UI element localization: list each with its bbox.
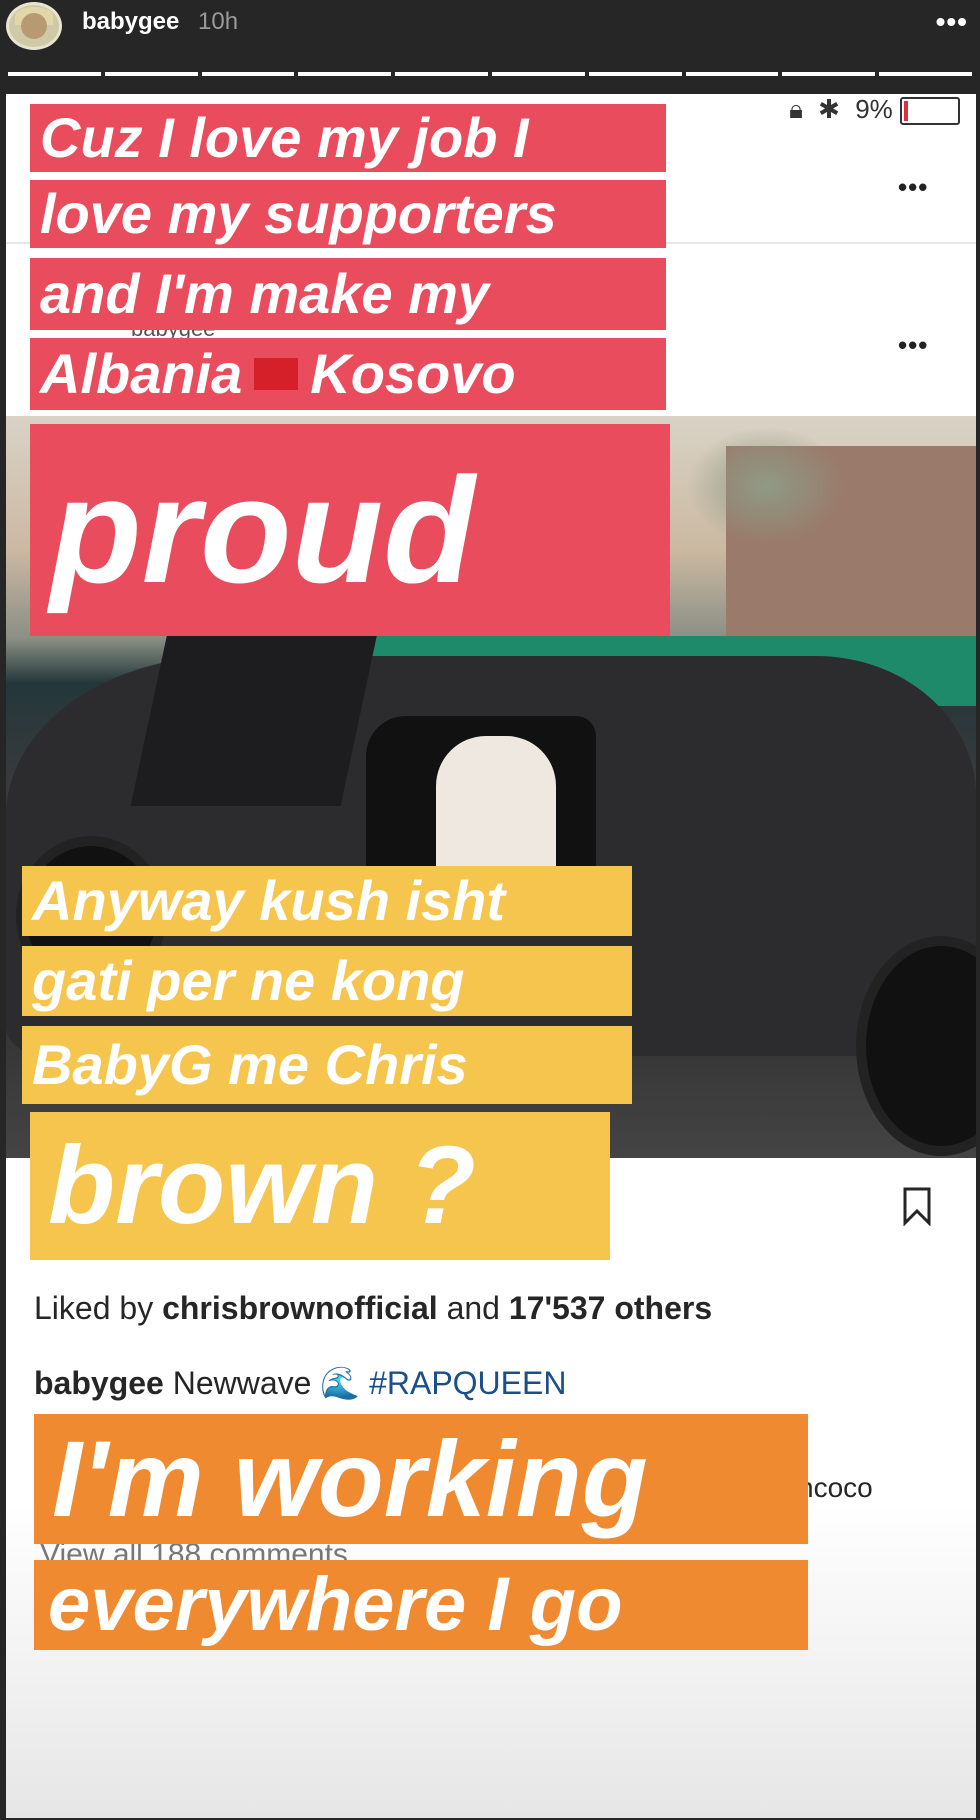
post-more-icon-2[interactable]: ••• (898, 330, 928, 361)
caption-username[interactable]: babygee (34, 1365, 164, 1401)
caption-fragment: ncoco (798, 1472, 873, 1503)
lock-rotation-icon: 🔒︎ (789, 94, 803, 124)
liked-by-prefix: Liked by (34, 1290, 154, 1326)
status-bar: 🔒︎ ✱ 9% (789, 94, 960, 126)
caption-text: Newwave 🌊 (172, 1365, 361, 1401)
albania-flag-icon (254, 358, 299, 390)
overlay-text-brown: brown ? (30, 1112, 610, 1260)
overlay-text-yellow-2: gati per ne kong (22, 946, 632, 1016)
overlay-text-kosovo: Kosovo (310, 342, 516, 405)
story-progress-bar (8, 72, 972, 76)
overlay-text-line-1: Cuz I love my job I (30, 104, 666, 172)
overlay-text-everywhere: everywhere I go (34, 1560, 808, 1650)
story-username[interactable]: babygee (82, 8, 179, 36)
overlay-text-yellow-3: BabyG me Chris (22, 1026, 632, 1104)
caption-hashtag[interactable]: #RAPQUEEN (369, 1365, 566, 1401)
battery-percent: 9% (855, 94, 893, 124)
avatar[interactable] (6, 2, 62, 50)
overlay-text-line-2: love my supporters (30, 180, 666, 248)
post-more-icon[interactable]: ••• (898, 172, 928, 203)
likes-line: Liked by chrisbrownofficial and 17'537 o… (34, 1290, 712, 1327)
overlay-text-line-3: and I'm make my (30, 258, 666, 330)
overlay-text-albania: Albania (40, 342, 243, 405)
liked-by-user[interactable]: chrisbrownofficial (162, 1290, 438, 1326)
overlay-text-working: I'm working (34, 1414, 808, 1544)
bookmark-icon[interactable] (902, 1186, 932, 1226)
story-header: babygee 10h ••• (0, 0, 980, 94)
caption-line: babygee Newwave 🌊 #RAPQUEEN (34, 1364, 566, 1402)
more-horizontal-icon[interactable]: ••• (936, 6, 968, 38)
story-time: 10h (198, 8, 239, 35)
overlay-text-line-4: Albania Kosovo (30, 338, 666, 410)
likes-count[interactable]: 17'537 others (509, 1290, 712, 1326)
bluetooth-icon: ✱ (818, 94, 840, 124)
overlay-text-proud: proud (30, 424, 670, 636)
battery-icon (900, 97, 960, 126)
liked-by-middle: and (446, 1290, 500, 1326)
overlay-text-yellow-1: Anyway kush isht (22, 866, 632, 936)
